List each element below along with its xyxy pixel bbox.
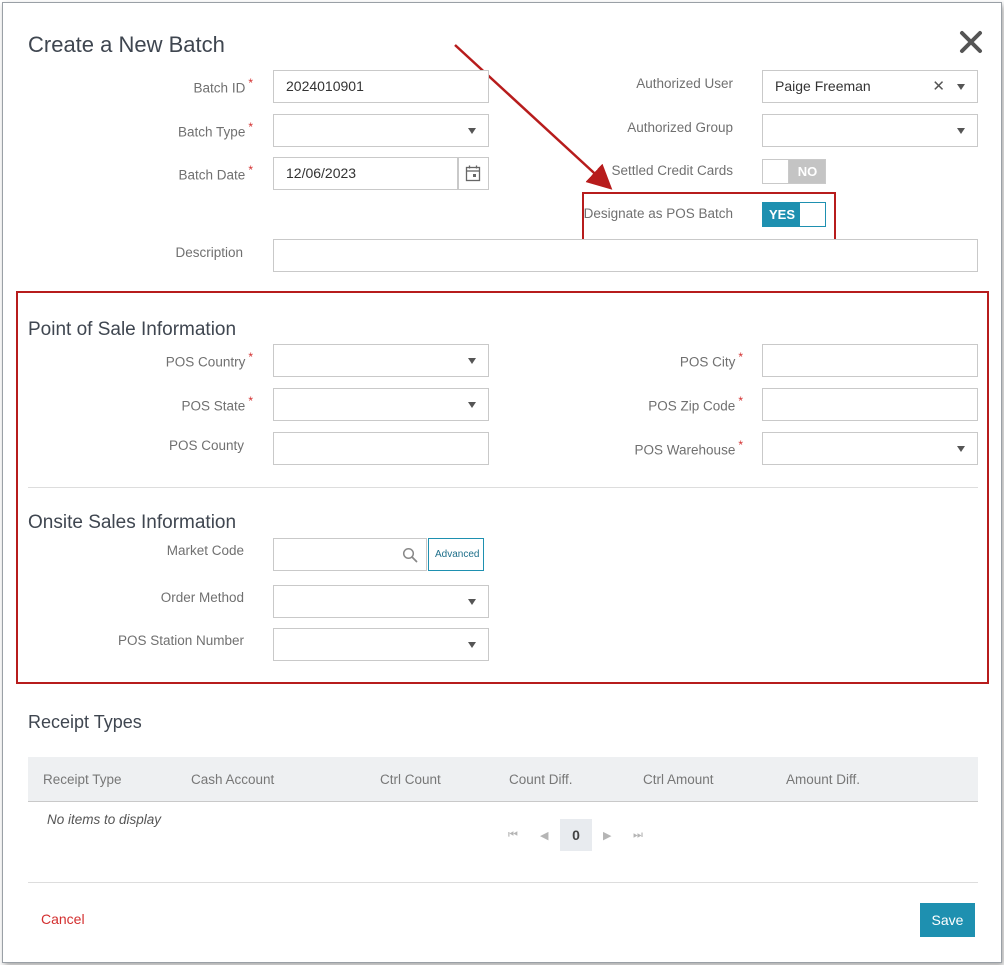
pos-state-label: POS State * <box>181 394 253 414</box>
chevron-down-icon <box>957 446 965 452</box>
batch-id-input[interactable]: 2024010901 <box>273 70 489 103</box>
pos-county-label: POS County <box>168 438 244 453</box>
next-page-icon[interactable]: ▶ <box>603 829 611 842</box>
toggle-state-label: YES <box>768 207 795 222</box>
authorized-user-select[interactable]: Paige Freeman ✕ <box>762 70 978 103</box>
column-header[interactable]: Ctrl Count <box>380 772 441 787</box>
calendar-icon <box>465 165 481 182</box>
chevron-down-icon <box>468 128 476 134</box>
search-icon[interactable] <box>402 547 418 563</box>
receipt-types-title: Receipt Types <box>28 712 142 732</box>
first-page-icon[interactable]: ⏮ <box>508 829 518 842</box>
current-page[interactable]: 0 <box>560 819 592 851</box>
column-header[interactable]: Receipt Type <box>43 772 122 787</box>
create-batch-dialog: Create a New Batch Batch ID * 2024010901 … <box>2 2 1002 963</box>
chevron-down-icon <box>468 358 476 364</box>
market-code-label: Market Code <box>166 543 244 558</box>
pos-country-label: POS Country * <box>165 350 253 370</box>
chevron-down-icon <box>957 84 965 90</box>
chevron-down-icon <box>468 642 476 648</box>
pos-county-input[interactable] <box>273 432 489 465</box>
batch-date-input[interactable]: 12/06/2023 <box>273 157 459 190</box>
last-page-icon[interactable]: ⏭ <box>633 829 643 842</box>
save-button[interactable]: Save <box>920 903 975 937</box>
toggle-state-label: NO <box>797 164 818 179</box>
pos-warehouse-label: POS Warehouse * <box>634 438 743 458</box>
toggle-knob <box>763 160 789 183</box>
calendar-button[interactable] <box>457 157 489 190</box>
designate-pos-label: Designate as POS Batch <box>583 206 733 221</box>
batch-date-label: Batch Date * <box>178 163 253 183</box>
column-header[interactable]: Count Diff. <box>509 772 573 787</box>
chevron-down-icon <box>468 599 476 605</box>
chevron-down-icon <box>957 128 965 134</box>
description-input[interactable] <box>273 239 978 272</box>
authorized-group-select[interactable] <box>762 114 978 147</box>
pos-country-select[interactable] <box>273 344 489 377</box>
column-header[interactable]: Amount Diff. <box>786 772 860 787</box>
clear-icon[interactable]: ✕ <box>932 71 945 102</box>
advanced-button[interactable]: Advanced <box>428 538 484 571</box>
order-method-label: Order Method <box>160 590 244 605</box>
pos-city-input[interactable] <box>762 344 978 377</box>
authorized-user-label: Authorized User <box>636 76 733 91</box>
designate-pos-toggle[interactable]: YES <box>762 202 826 227</box>
pos-warehouse-select[interactable] <box>762 432 978 465</box>
onsite-section-title: Onsite Sales Information <box>28 512 237 533</box>
pos-zip-input[interactable] <box>762 388 978 421</box>
chevron-down-icon <box>468 402 476 408</box>
empty-table-message: No items to display <box>47 812 162 827</box>
prev-page-icon[interactable]: ◀ <box>540 829 548 842</box>
batch-type-select[interactable] <box>273 114 489 147</box>
market-code-input[interactable] <box>273 538 427 571</box>
pos-station-select[interactable] <box>273 628 489 661</box>
order-method-select[interactable] <box>273 585 489 618</box>
pos-state-select[interactable] <box>273 388 489 421</box>
footer-divider <box>28 882 978 883</box>
column-header[interactable]: Ctrl Amount <box>643 772 714 787</box>
settled-credit-cards-label: Settled Credit Cards <box>611 163 733 178</box>
pos-section-title: Point of Sale Information <box>28 319 237 340</box>
authorized-group-label: Authorized Group <box>627 120 733 135</box>
pos-zip-label: POS Zip Code * <box>648 394 743 414</box>
cancel-button[interactable]: Cancel <box>41 911 85 927</box>
settled-credit-cards-toggle[interactable]: NO <box>762 159 826 184</box>
receipt-table-header: Receipt Type Cash Account Ctrl Count Cou… <box>28 757 978 802</box>
description-label: Description <box>175 245 243 260</box>
toggle-knob <box>800 203 825 226</box>
column-header[interactable]: Cash Account <box>191 772 274 787</box>
batch-id-label: Batch ID * <box>193 76 253 96</box>
batch-type-label: Batch Type * <box>178 120 253 140</box>
section-divider <box>28 487 978 488</box>
pos-city-label: POS City * <box>679 350 743 370</box>
pos-station-label: POS Station Number <box>117 633 244 648</box>
